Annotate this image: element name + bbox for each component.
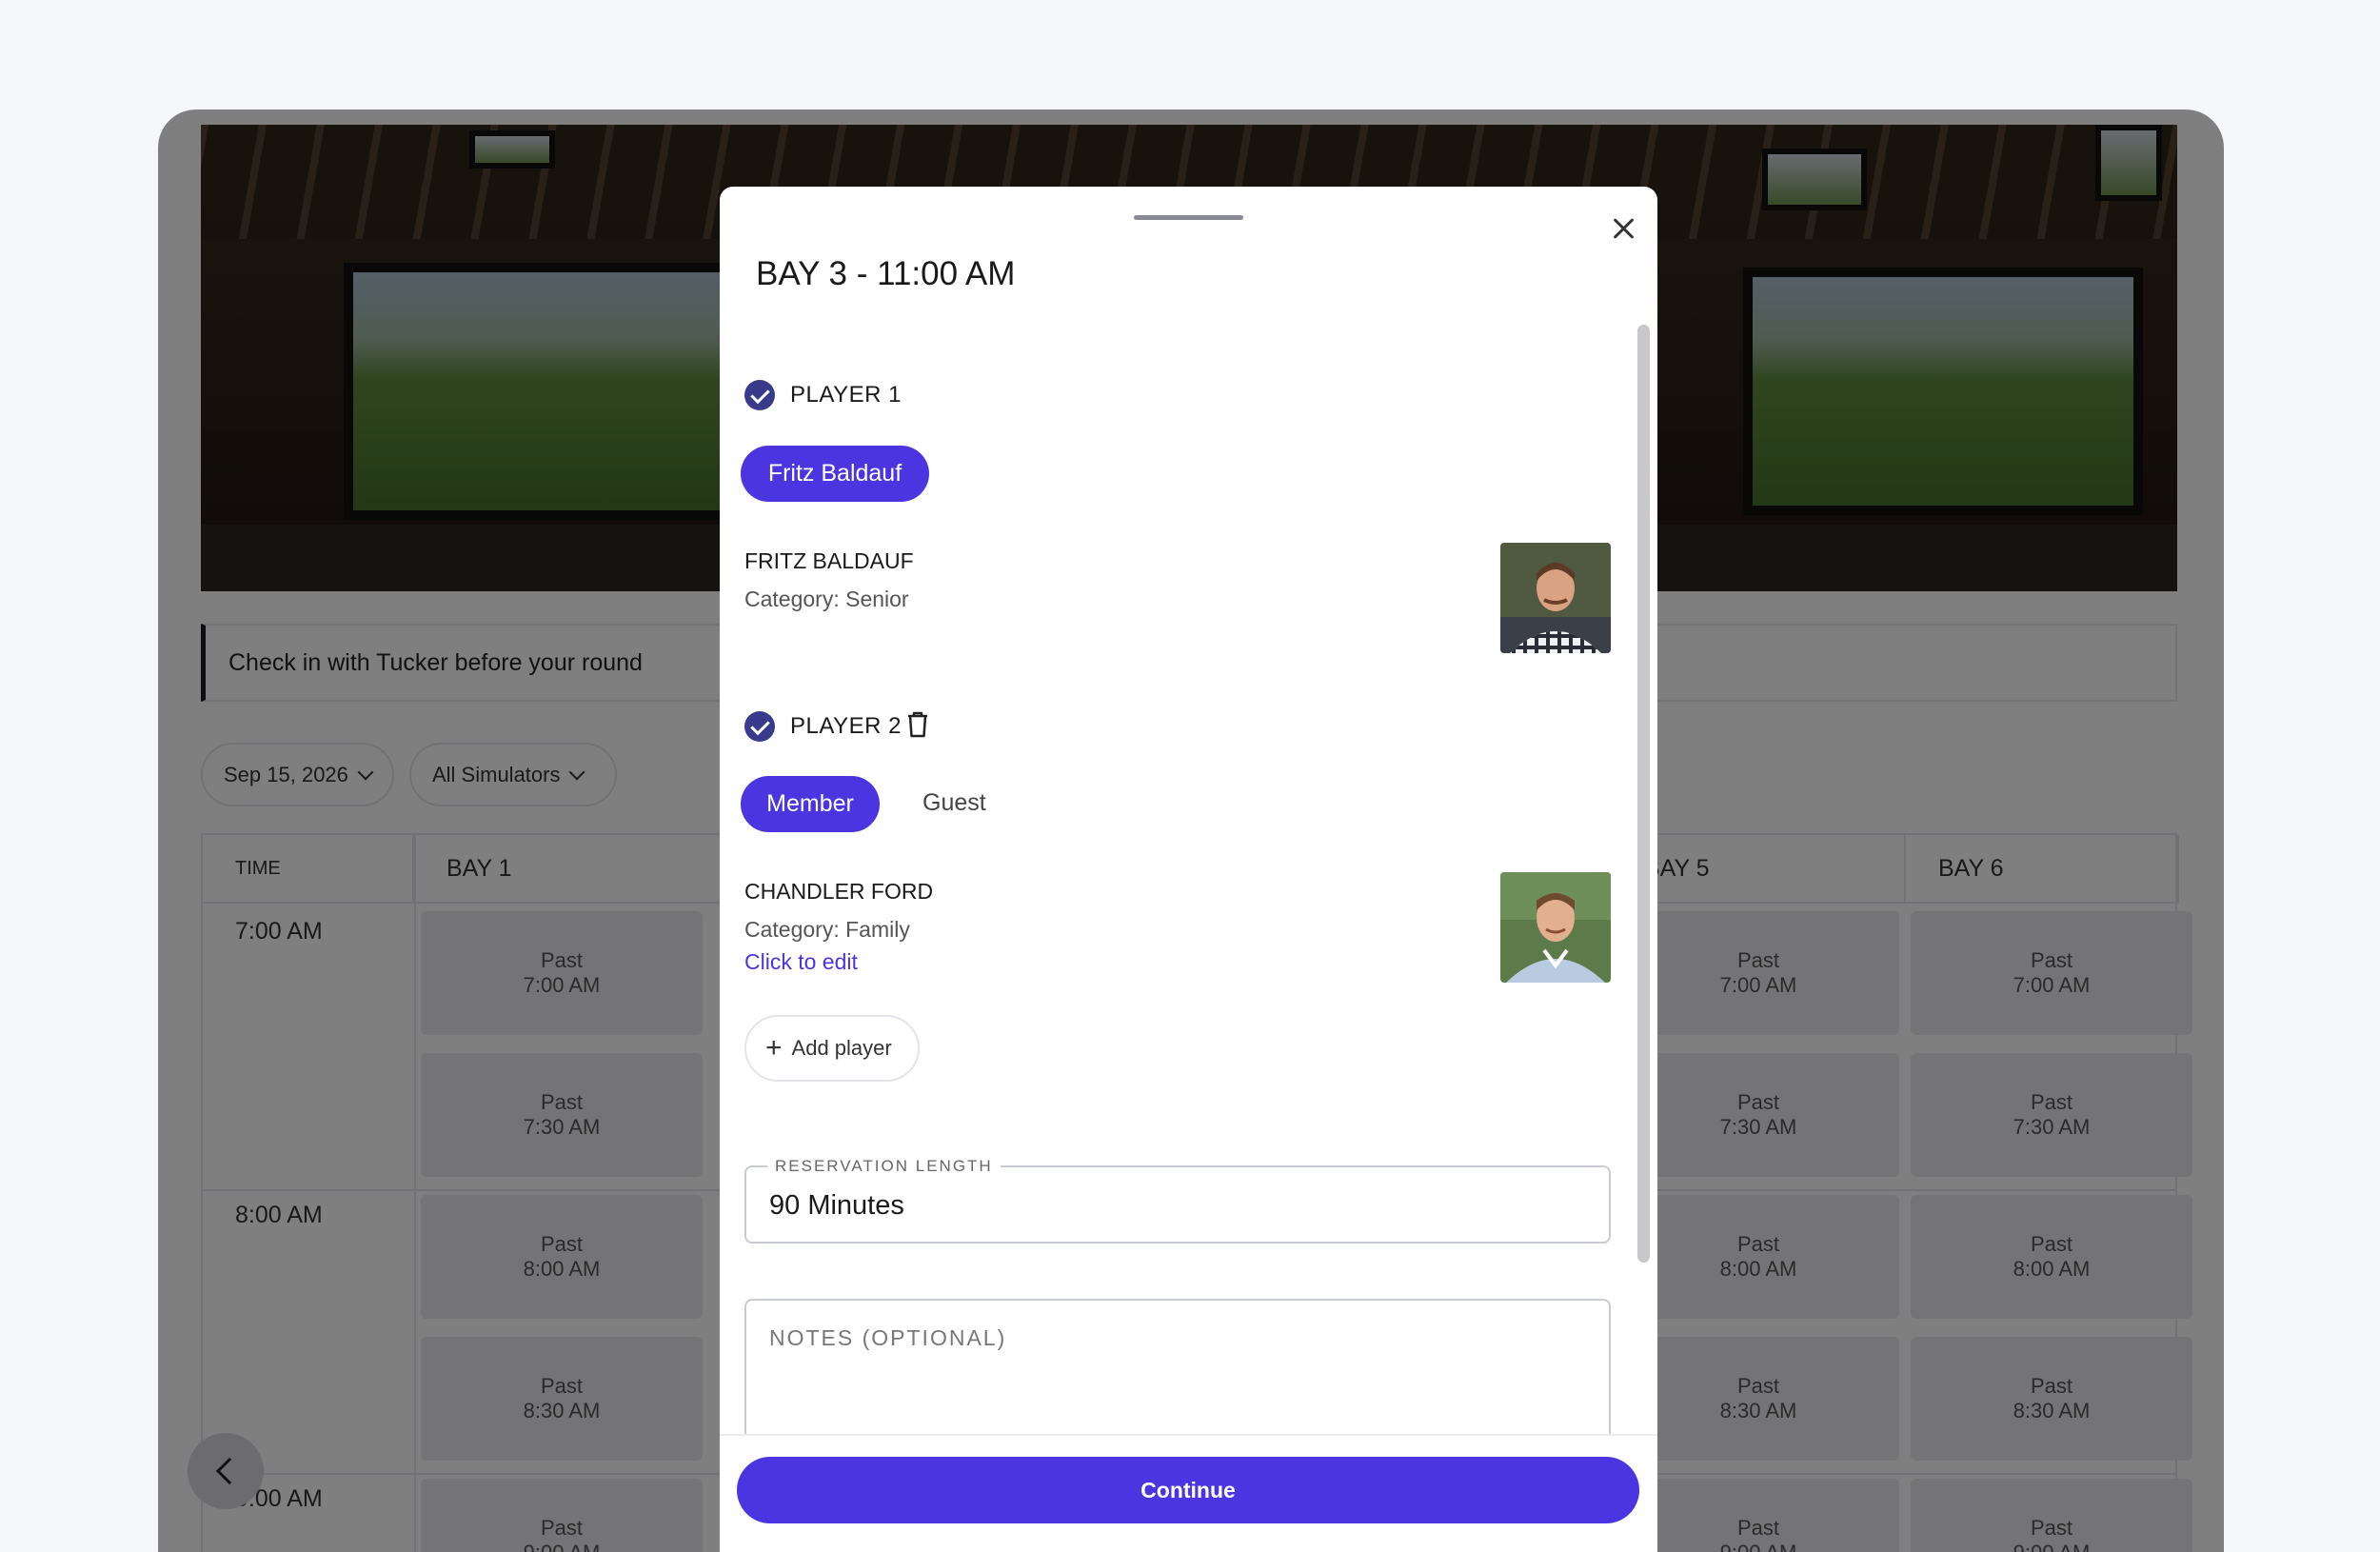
close-icon[interactable] bbox=[1605, 209, 1643, 248]
add-player-button[interactable]: + Add player bbox=[744, 1015, 920, 1082]
edit-player-link[interactable]: Click to edit bbox=[744, 949, 858, 975]
scrollbar[interactable] bbox=[1637, 325, 1650, 1263]
drag-handle[interactable] bbox=[1134, 215, 1243, 220]
player-2-category: Category: Family bbox=[744, 917, 910, 942]
player-1-label: PLAYER 1 bbox=[790, 382, 902, 408]
add-player-label: Add player bbox=[791, 1036, 892, 1060]
player-1-category: Category: Senior bbox=[744, 587, 909, 611]
check-circle-icon bbox=[744, 711, 775, 742]
player-2-avatar bbox=[1500, 872, 1611, 983]
reservation-length-select[interactable]: RESERVATION LENGTH 90 Minutes bbox=[744, 1157, 1611, 1244]
modal-title: BAY 3 - 11:00 AM bbox=[756, 255, 1016, 292]
player-1-chip[interactable]: Fritz Baldauf bbox=[741, 446, 929, 502]
reservation-length-value: 90 Minutes bbox=[769, 1190, 904, 1221]
modal-footer: Continue bbox=[720, 1434, 1657, 1552]
guest-toggle[interactable]: Guest bbox=[922, 789, 986, 817]
player-2-label: PLAYER 2 bbox=[790, 713, 902, 739]
chevron-left-icon bbox=[215, 1457, 244, 1485]
player-1-avatar bbox=[1500, 543, 1611, 653]
check-circle-icon bbox=[744, 380, 775, 410]
member-toggle[interactable]: Member bbox=[741, 776, 880, 832]
notes-placeholder: NOTES (OPTIONAL) bbox=[769, 1325, 1007, 1350]
trash-icon[interactable] bbox=[906, 711, 929, 738]
back-button[interactable] bbox=[188, 1433, 264, 1509]
player-1-name: FRITZ BALDAUF bbox=[744, 548, 914, 573]
plus-icon: + bbox=[765, 1032, 783, 1064]
player-2-name: CHANDLER FORD bbox=[744, 879, 934, 904]
booking-modal: BAY 3 - 11:00 AM PLAYER 1 Fritz Baldauf … bbox=[720, 187, 1657, 1552]
continue-button[interactable]: Continue bbox=[737, 1457, 1639, 1523]
reservation-length-label: RESERVATION LENGTH bbox=[767, 1157, 1001, 1176]
